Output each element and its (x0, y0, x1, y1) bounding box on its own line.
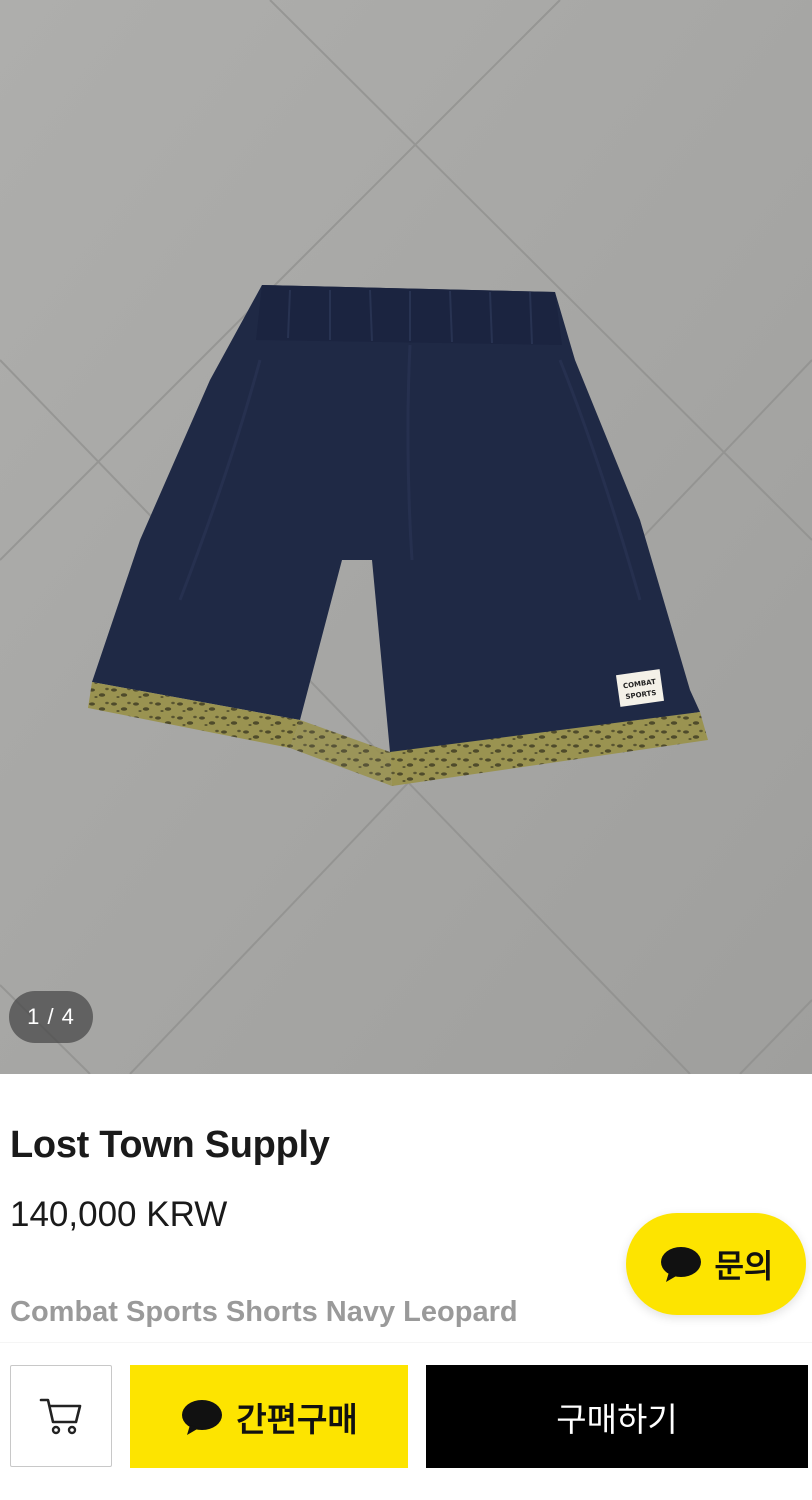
cart-icon (39, 1398, 82, 1435)
product-price: 140,000 KRW (10, 1195, 228, 1234)
inquiry-button[interactable]: 문의 (626, 1213, 806, 1315)
chat-bubble-icon (660, 1247, 701, 1282)
quick-buy-label: 간편구매 (236, 1400, 358, 1438)
quick-buy-button[interactable]: 간편구매 (130, 1365, 408, 1468)
bottom-action-bar: 간편구매 구매하기 (0, 1343, 812, 1500)
add-to-cart-button[interactable] (10, 1365, 112, 1467)
product-image-gallery[interactable]: COMBAT SPORTS 1 / 4 (0, 0, 812, 1074)
brand-name[interactable]: Lost Town Supply (10, 1124, 330, 1167)
inquiry-label: 문의 (714, 1248, 774, 1284)
product-title: Combat Sports Shorts Navy Leopard (10, 1296, 518, 1328)
product-image: COMBAT SPORTS (0, 0, 812, 1074)
buy-button[interactable]: 구매하기 (426, 1365, 808, 1468)
image-counter: 1 / 4 (9, 991, 93, 1043)
chat-bubble-icon (182, 1399, 223, 1435)
product-page: COMBAT SPORTS 1 / 4 Lost Town Supply 140… (0, 0, 812, 1500)
